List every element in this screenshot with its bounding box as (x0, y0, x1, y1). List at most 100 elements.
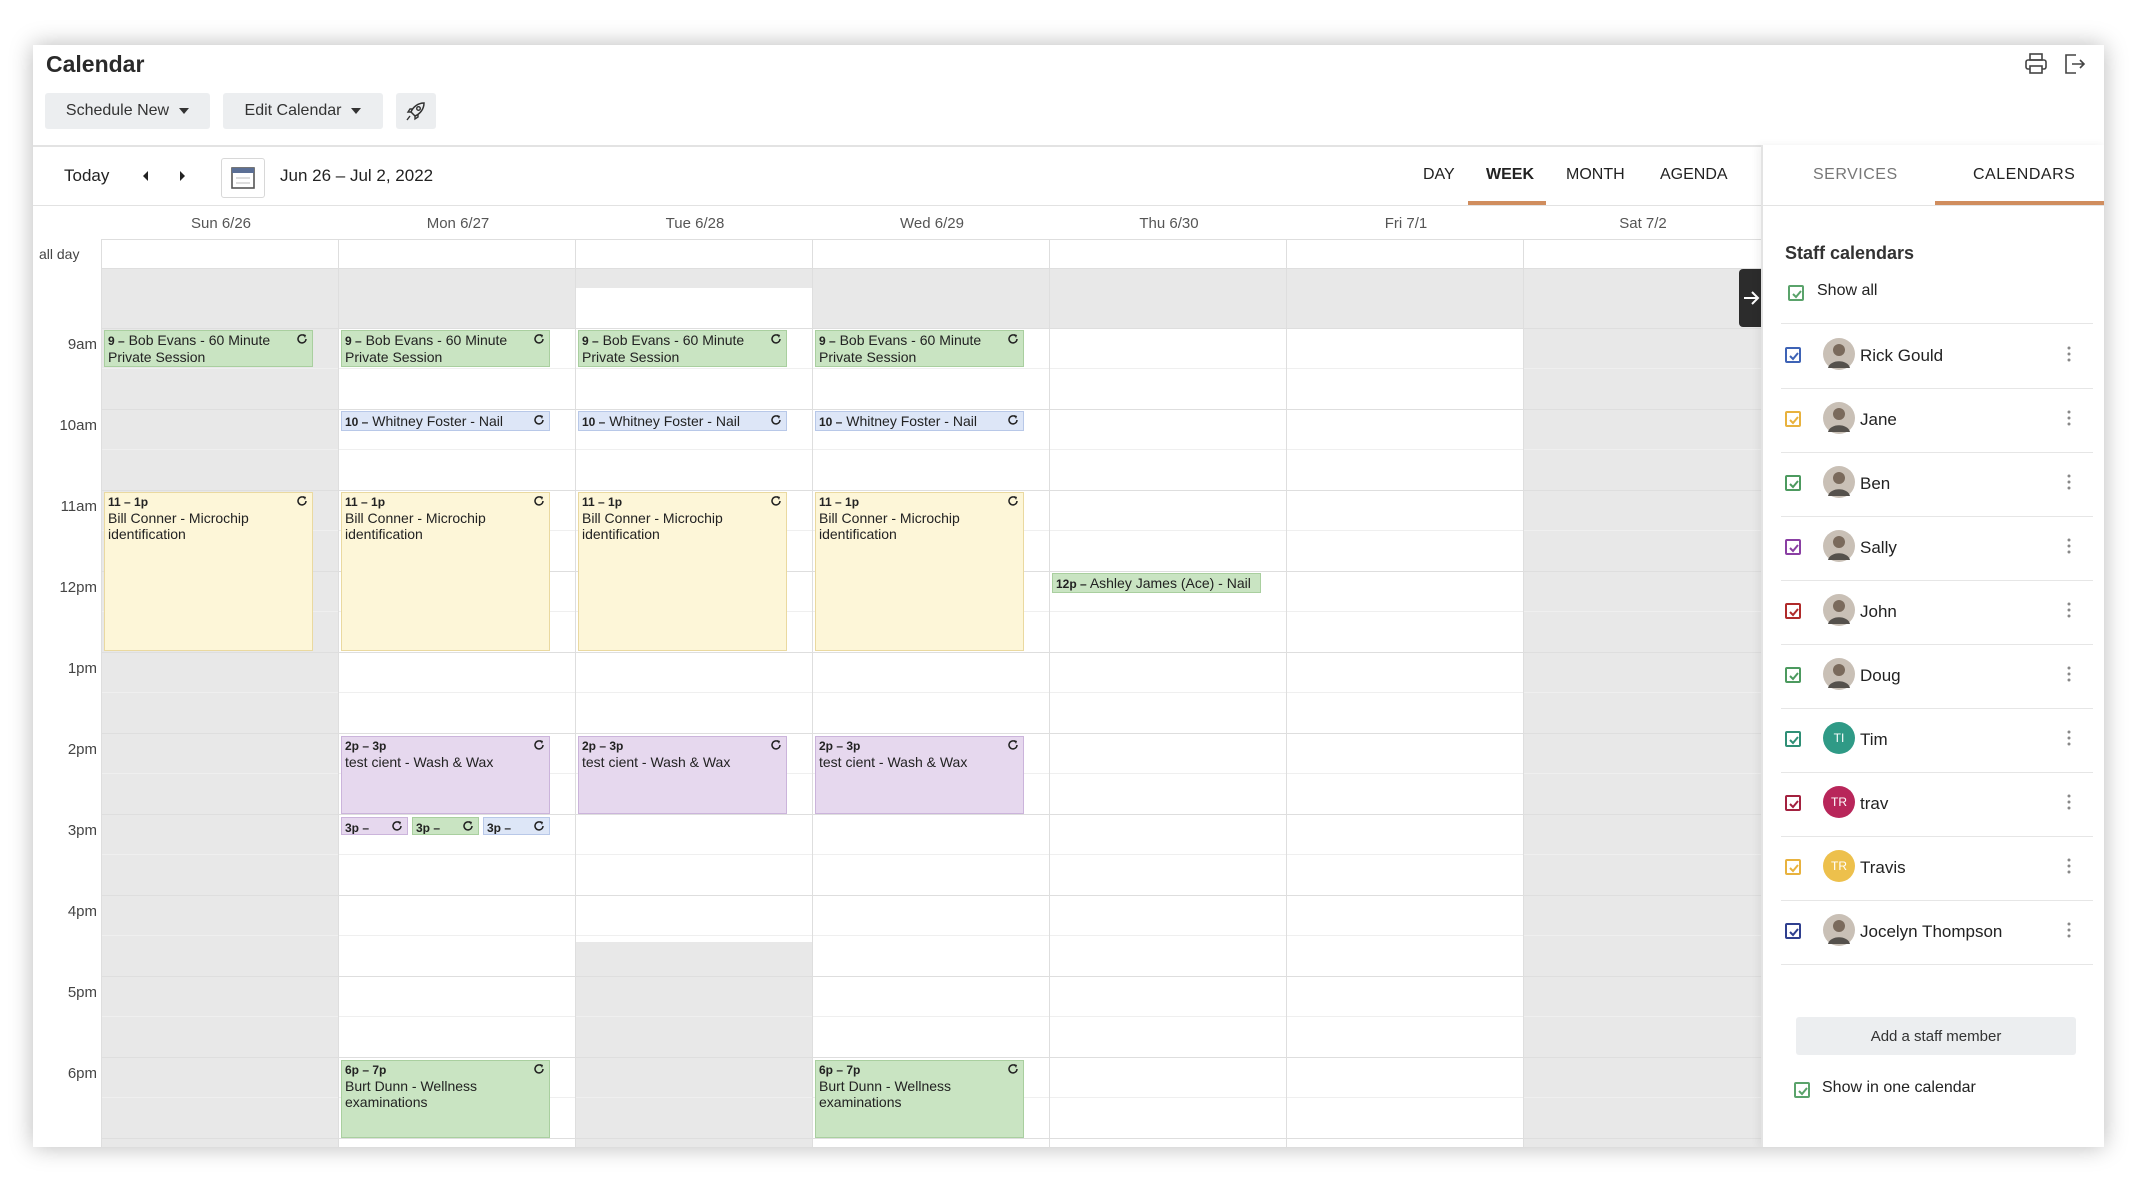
tab-calendars[interactable]: CALENDARS (1973, 166, 2075, 184)
avatar (1823, 338, 1855, 370)
event-title: Bob Evans - 60 Minute Private Session (345, 332, 508, 365)
day-header: Wed 6/29 (900, 215, 964, 232)
event-wash-wax[interactable]: 2p – 3p test cient - Wash & Wax (815, 736, 1024, 814)
check-icon (1789, 800, 1799, 809)
show-in-one-calendar-checkbox[interactable] (1794, 1082, 1810, 1098)
event-time: 11 – 1p (108, 495, 149, 509)
grid-line (812, 239, 813, 1147)
grid-line (101, 409, 1761, 410)
staff-checkbox[interactable] (1785, 603, 1801, 619)
event-short[interactable]: 3p – (483, 817, 550, 835)
more-options-icon[interactable] (2067, 921, 2071, 939)
staff-row[interactable]: TR trav (1763, 773, 2104, 837)
date-picker-button[interactable] (221, 158, 265, 198)
add-staff-button[interactable]: Add a staff member (1796, 1017, 2076, 1055)
staff-row[interactable]: Sally (1763, 517, 2104, 581)
staff-checkbox[interactable] (1785, 347, 1801, 363)
more-options-icon[interactable] (2067, 473, 2071, 491)
event-bill-conner[interactable]: 11 – 1p Bill Conner - Microchip identifi… (578, 492, 787, 651)
event-short[interactable]: 3p – (412, 817, 479, 835)
more-options-icon[interactable] (2067, 857, 2071, 875)
staff-row[interactable]: Jocelyn Thompson (1763, 901, 2104, 965)
event-bob-evans[interactable]: 9 – Bob Evans - 60 Minute Private Sessio… (815, 330, 1024, 367)
view-month-tab[interactable]: MONTH (1566, 166, 1625, 184)
event-bill-conner[interactable]: 11 – 1p Bill Conner - Microchip identifi… (341, 492, 550, 651)
event-bob-evans[interactable]: 9 – Bob Evans - 60 Minute Private Sessio… (341, 330, 550, 367)
grid-line (101, 1138, 1761, 1139)
recurring-icon (534, 415, 544, 425)
event-wash-wax[interactable]: 2p – 3p test cient - Wash & Wax (578, 736, 787, 814)
calendar-icon (231, 167, 255, 189)
event-time: 10 – (345, 415, 369, 429)
recurring-icon (1008, 740, 1018, 750)
event-whitney-foster[interactable]: 10 – Whitney Foster - Nail (578, 411, 787, 431)
prev-week-icon[interactable] (137, 167, 155, 185)
avatar (1823, 594, 1855, 626)
exit-icon[interactable] (2061, 51, 2087, 77)
event-bill-conner[interactable]: 11 – 1p Bill Conner - Microchip identifi… (104, 492, 313, 651)
staff-checkbox[interactable] (1785, 667, 1801, 683)
show-all-checkbox[interactable] (1788, 285, 1804, 301)
event-ashley-james[interactable]: 12p – Ashley James (Ace) - Nail (1052, 573, 1261, 593)
week-grid[interactable]: 9 – Bob Evans - 60 Minute Private Sessio… (101, 239, 1761, 1147)
check-icon (1798, 1087, 1808, 1096)
staff-checkbox[interactable] (1785, 475, 1801, 491)
staff-row[interactable]: John (1763, 581, 2104, 645)
staff-row[interactable]: Ben (1763, 453, 2104, 517)
event-bill-conner[interactable]: 11 – 1p Bill Conner - Microchip identifi… (815, 492, 1024, 651)
grid-line (101, 733, 1761, 734)
staff-row[interactable]: TI Tim (1763, 709, 2104, 773)
staff-checkbox[interactable] (1785, 539, 1801, 555)
staff-row[interactable]: Jane (1763, 389, 2104, 453)
event-title: Bob Evans - 60 Minute Private Session (819, 332, 982, 365)
next-week-icon[interactable] (173, 167, 191, 185)
staff-row[interactable]: Doug (1763, 645, 2104, 709)
event-wash-wax[interactable]: 2p – 3p test cient - Wash & Wax (341, 736, 550, 814)
recurring-icon (534, 821, 544, 831)
more-options-icon[interactable] (2067, 665, 2071, 683)
event-title: Whitney Foster - Nail (609, 413, 740, 429)
print-icon[interactable] (2023, 51, 2049, 77)
event-burt-dunn[interactable]: 6p – 7p Burt Dunn - Wellness examination… (815, 1060, 1024, 1138)
staff-checkbox[interactable] (1785, 411, 1801, 427)
event-bob-evans[interactable]: 9 – Bob Evans - 60 Minute Private Sessio… (104, 330, 313, 367)
staff-checkbox[interactable] (1785, 731, 1801, 747)
more-options-icon[interactable] (2067, 729, 2071, 747)
staff-name: Jane (1860, 410, 1897, 429)
time-label: 10am (59, 417, 97, 434)
event-title: Burt Dunn - Wellness examinations (819, 1078, 952, 1110)
staff-checkbox[interactable] (1785, 859, 1801, 875)
view-week-tab[interactable]: WEEK (1486, 166, 1534, 184)
recurring-icon (771, 415, 781, 425)
event-burt-dunn[interactable]: 6p – 7p Burt Dunn - Wellness examination… (341, 1060, 550, 1138)
grid-line (101, 328, 1761, 329)
more-options-icon[interactable] (2067, 537, 2071, 555)
more-options-icon[interactable] (2067, 409, 2071, 427)
event-time: 9 – (345, 334, 362, 348)
grid-line (101, 1016, 1761, 1017)
event-whitney-foster[interactable]: 10 – Whitney Foster - Nail (341, 411, 550, 431)
collapse-panel-button[interactable] (1739, 269, 1763, 327)
today-button[interactable]: Today (64, 166, 109, 186)
event-bob-evans[interactable]: 9 – Bob Evans - 60 Minute Private Sessio… (578, 330, 787, 367)
staff-row[interactable]: TR Travis (1763, 837, 2104, 901)
event-title: test cient - Wash & Wax (345, 754, 494, 770)
event-short[interactable]: 3p – (341, 817, 408, 835)
schedule-new-button[interactable]: Schedule New (45, 93, 210, 129)
view-day-tab[interactable]: DAY (1423, 166, 1455, 184)
tab-services[interactable]: SERVICES (1813, 166, 1898, 184)
event-time: 2p – 3p (582, 739, 624, 753)
staff-checkbox[interactable] (1785, 923, 1801, 939)
event-whitney-foster[interactable]: 10 – Whitney Foster - Nail (815, 411, 1024, 431)
grid-line (1286, 239, 1287, 1147)
staff-checkbox[interactable] (1785, 795, 1801, 811)
more-options-icon[interactable] (2067, 793, 2071, 811)
event-time: 3p – (416, 821, 441, 835)
recurring-icon (1008, 334, 1018, 344)
rocket-button[interactable] (396, 93, 436, 129)
more-options-icon[interactable] (2067, 601, 2071, 619)
edit-calendar-button[interactable]: Edit Calendar (223, 93, 383, 129)
view-agenda-tab[interactable]: AGENDA (1660, 166, 1728, 184)
staff-row[interactable]: Rick Gould (1763, 325, 2104, 389)
more-options-icon[interactable] (2067, 345, 2071, 363)
